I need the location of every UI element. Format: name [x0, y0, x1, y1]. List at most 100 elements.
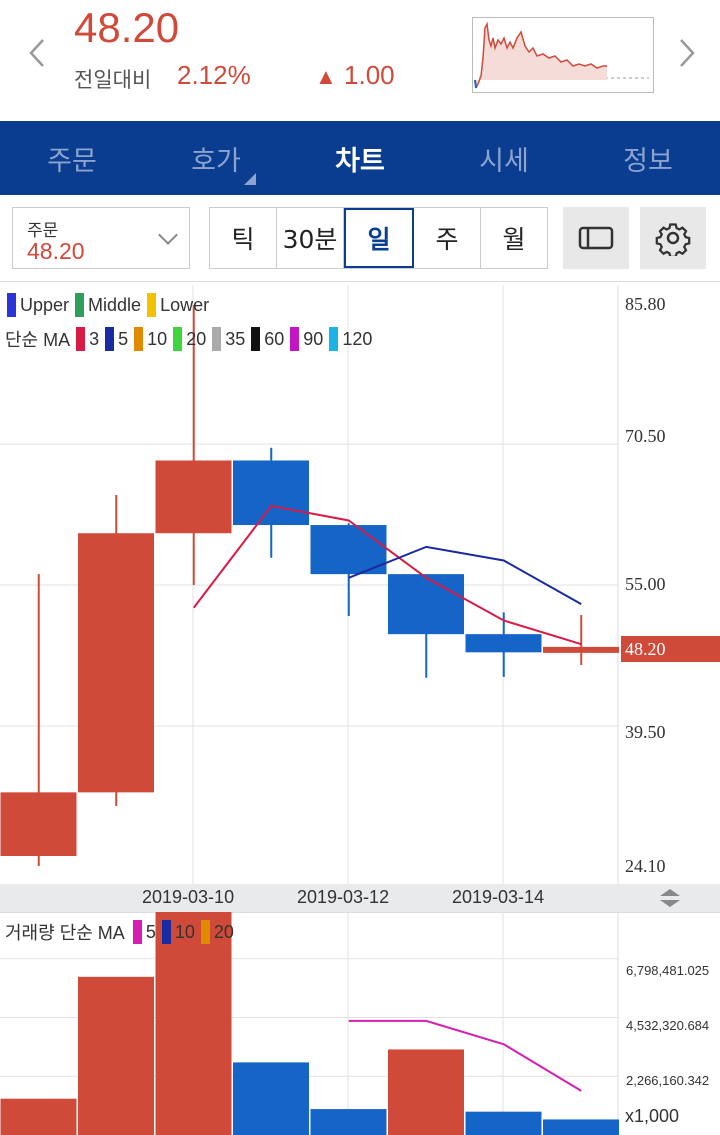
volume-unit-label: x1,000 [625, 1106, 680, 1126]
period-tick[interactable]: 틱 [210, 208, 277, 268]
tab-quote[interactable]: 호가 [144, 121, 288, 195]
x-axis: 2019-03-10 2019-03-12 2019-03-14 [0, 884, 720, 912]
vol-ma-20-swatch [200, 920, 210, 944]
current-price: 48.20 [74, 4, 180, 51]
ma-20-label: 20 [186, 328, 207, 349]
ma-90: 90 [288, 327, 323, 351]
change-amount: ▲ 1.00 [315, 60, 395, 91]
ma-90-swatch [290, 327, 300, 351]
period-30min[interactable]: 30분 [277, 208, 344, 268]
ma-5-label: 5 [118, 328, 129, 349]
x-tick-label: 2019-03-14 [452, 887, 545, 907]
ma-10-swatch [134, 327, 144, 351]
ma-legend: 단순 MA 3 5 10 20 35 60 90 120 [5, 326, 376, 352]
vol-ma-20-label: 20 [213, 921, 234, 942]
ma-10: 10 [132, 327, 167, 351]
ma-3-swatch [76, 327, 86, 351]
change-amount-value: 1.00 [344, 60, 395, 90]
band-legend: Upper Middle Lower [5, 293, 213, 317]
ma-120-label: 120 [342, 328, 373, 349]
candle [543, 646, 619, 653]
ma-legend-label: 단순 MA [5, 330, 71, 350]
layout-toggle-button[interactable] [563, 207, 629, 269]
legend-middle-label: Middle [88, 294, 142, 315]
y-tick-label: 24.10 [625, 856, 666, 876]
layout-icon [578, 226, 614, 250]
volume-legend: 거래량 단순 MA 5 10 20 [5, 919, 238, 945]
ma-3-label: 3 [89, 328, 100, 349]
period-selector: 틱 30분 일 주 월 [209, 207, 548, 269]
ma-35-swatch [212, 327, 222, 351]
main-tabs: 주문 호가 차트 시세 정보 [0, 121, 720, 195]
legend-lower-label: Lower [160, 294, 210, 315]
vol-ma-5-label: 5 [145, 921, 156, 942]
ma-120-swatch [329, 327, 339, 351]
vol-ma-10: 10 [160, 920, 195, 944]
volume-bar [543, 1119, 619, 1135]
volume-chart[interactable] [0, 912, 720, 1135]
volume-bar [0, 1098, 77, 1135]
price-chart[interactable] [0, 285, 720, 885]
vol-ma-10-swatch [161, 920, 171, 944]
volume-bar [388, 1049, 464, 1135]
vol-ma-20: 20 [199, 920, 234, 944]
y-tick-label: 39.50 [625, 722, 666, 742]
volume-legend-label: 거래량 단순 MA [5, 923, 125, 943]
legend-lower-swatch [147, 293, 157, 317]
order-dropdown[interactable]: 주문 48.20 [12, 207, 190, 269]
volume-ma5-line [348, 1019, 582, 1092]
candle [465, 634, 542, 653]
ma-60-swatch [251, 327, 261, 351]
ma-20-swatch [173, 327, 183, 351]
volume-bar [78, 976, 154, 1135]
ma-90-label: 90 [303, 328, 324, 349]
legend-upper-label: Upper [20, 294, 70, 315]
tab-quote-label: 호가 [191, 145, 241, 177]
tab-chart[interactable]: 차트 [288, 121, 432, 195]
candle [388, 574, 464, 635]
candle [155, 460, 232, 534]
chart-toolbar: 주문 48.20 틱 30분 일 주 월 [0, 195, 720, 282]
ma3-line [192, 504, 582, 646]
vol-ma-5-swatch [132, 920, 142, 944]
x-tick-label: 2019-03-12 [297, 887, 390, 907]
tab-info[interactable]: 정보 [576, 121, 720, 195]
vol-ma-10-label: 10 [174, 921, 195, 942]
x-tick-label: 2019-03-10 [142, 887, 235, 907]
y-tick-label: 70.50 [625, 426, 666, 446]
volume-tick-label: 6,798,481.025 [626, 963, 710, 978]
ma-60-label: 60 [264, 328, 285, 349]
current-price-marker: 48.20 [621, 636, 720, 662]
period-day[interactable]: 일 [344, 208, 414, 268]
volume-bar [233, 1062, 309, 1135]
tab-order[interactable]: 주문 [0, 121, 144, 195]
resize-handle-icon[interactable] [659, 888, 681, 908]
legend-upper: Upper [5, 293, 69, 317]
tab-market[interactable]: 시세 [432, 121, 576, 195]
volume-tick-label: 4,532,320.684 [626, 1018, 710, 1033]
prev-arrow-icon[interactable] [26, 38, 48, 68]
mini-chart[interactable] [472, 17, 654, 93]
next-arrow-icon[interactable] [676, 38, 698, 68]
period-week[interactable]: 주 [414, 208, 481, 268]
up-triangle-icon: ▲ [315, 64, 337, 89]
candle [78, 533, 154, 793]
settings-button[interactable] [640, 207, 706, 269]
ma-20: 20 [171, 327, 206, 351]
change-label: 전일대비 [74, 68, 152, 92]
ma-5-swatch [105, 327, 115, 351]
gear-icon [655, 223, 691, 256]
ma-35: 35 [210, 327, 245, 351]
y-tick-label: 55.00 [625, 574, 666, 594]
y-tick-label: 85.80 [625, 294, 666, 314]
legend-upper-swatch [7, 293, 16, 317]
volume-tick-label: 2,266,160.342 [626, 1073, 710, 1088]
period-month[interactable]: 월 [481, 208, 547, 268]
volume-bar [155, 912, 232, 1135]
legend-middle: Middle [73, 293, 141, 317]
volume-bar [310, 1109, 387, 1135]
ma-5: 5 [103, 327, 128, 351]
vol-ma-5: 5 [131, 920, 156, 944]
order-value: 48.20 [27, 238, 85, 264]
chevron-down-icon [158, 225, 178, 245]
